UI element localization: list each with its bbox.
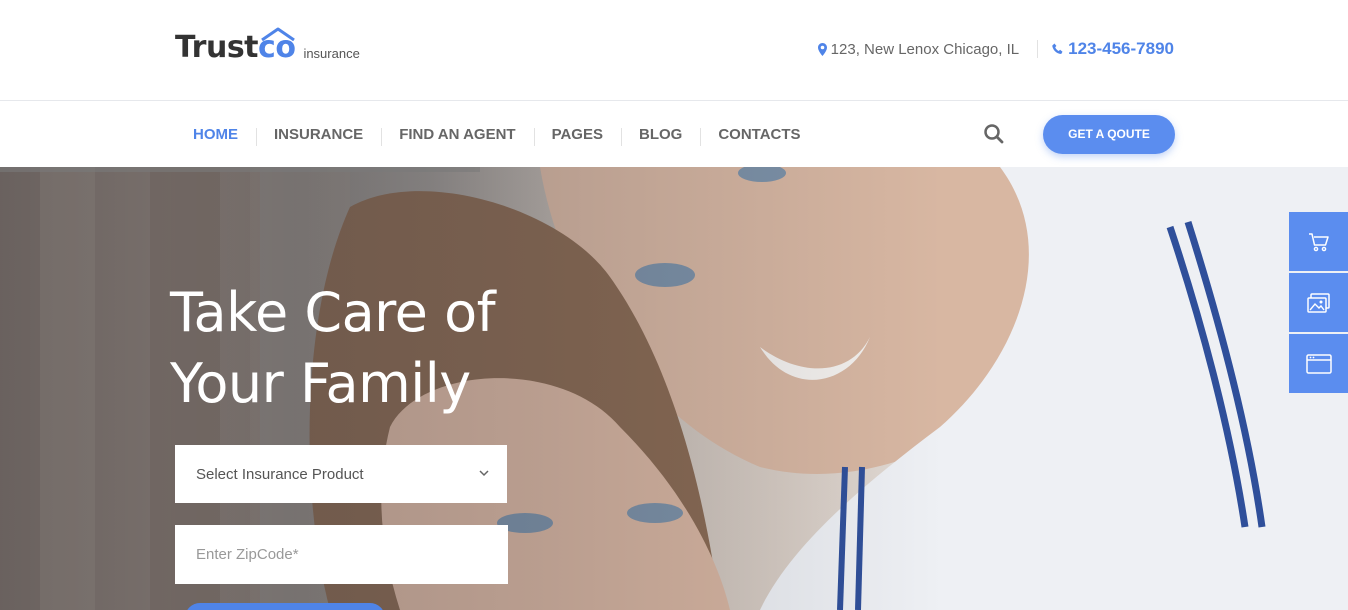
logo-subtitle: insurance: [303, 46, 360, 61]
search-icon[interactable]: [983, 123, 1005, 145]
logo-wordmark: Trust co: [175, 27, 296, 66]
nav-item-home[interactable]: HOME: [175, 126, 256, 143]
phone-icon: [1052, 43, 1063, 54]
cart-icon: [1308, 232, 1329, 251]
side-cart-button[interactable]: [1289, 212, 1348, 271]
hero-submit-button[interactable]: [185, 603, 385, 610]
main-nav: HOME INSURANCE FIND AN AGENT PAGES BLOG …: [175, 101, 819, 167]
zipcode-input[interactable]: [175, 525, 508, 584]
hero-title: Take Care of Your Family: [170, 277, 590, 419]
side-gallery-button[interactable]: [1289, 273, 1348, 332]
phone[interactable]: 123-456-7890: [1052, 39, 1174, 59]
hero-top-strip: [0, 167, 480, 172]
logo-text-accent: co: [258, 27, 296, 65]
get-quote-button[interactable]: GET A QOUTE: [1043, 115, 1175, 154]
nav-item-contacts[interactable]: CONTACTS: [700, 126, 818, 146]
nav-item-blog[interactable]: BLOG: [620, 126, 700, 146]
nav-item-find-an-agent[interactable]: FIND AN AGENT: [381, 126, 533, 146]
gallery-icon: [1306, 292, 1330, 313]
side-window-button[interactable]: [1289, 334, 1348, 393]
hero-section: Take Care of Your Family Select Insuranc…: [0, 167, 1348, 610]
address-text: 123, New Lenox Chicago, IL: [830, 40, 1020, 58]
nav-item-insurance[interactable]: INSURANCE: [256, 126, 381, 146]
nav-item-pages[interactable]: PAGES: [533, 126, 621, 146]
hero-title-line1: Take Care of: [170, 281, 496, 344]
hero-title-line2: Your Family: [170, 352, 471, 415]
address: 123, New Lenox Chicago, IL: [817, 40, 1020, 58]
phone-number: 123-456-7890: [1068, 39, 1174, 58]
side-widget-bar: [1289, 212, 1348, 395]
insurance-product-select[interactable]: Select Insurance Product: [175, 445, 507, 503]
logo[interactable]: Trust co insurance: [175, 27, 360, 66]
browser-window-icon: [1305, 353, 1332, 374]
house-roof-icon: [261, 27, 295, 41]
logo-text-main: Trust: [175, 30, 259, 65]
divider: [1037, 40, 1039, 58]
contact-info: 123, New Lenox Chicago, IL 123-456-7890: [817, 38, 1174, 60]
map-pin-icon: [817, 42, 827, 56]
main-navbar: HOME INSURANCE FIND AN AGENT PAGES BLOG …: [0, 101, 1348, 167]
top-header: Trust co insurance 123, New Lenox Chicago…: [0, 0, 1348, 101]
insurance-product-select-value: Select Insurance Product: [196, 465, 364, 483]
chevron-down-icon: [479, 470, 489, 477]
